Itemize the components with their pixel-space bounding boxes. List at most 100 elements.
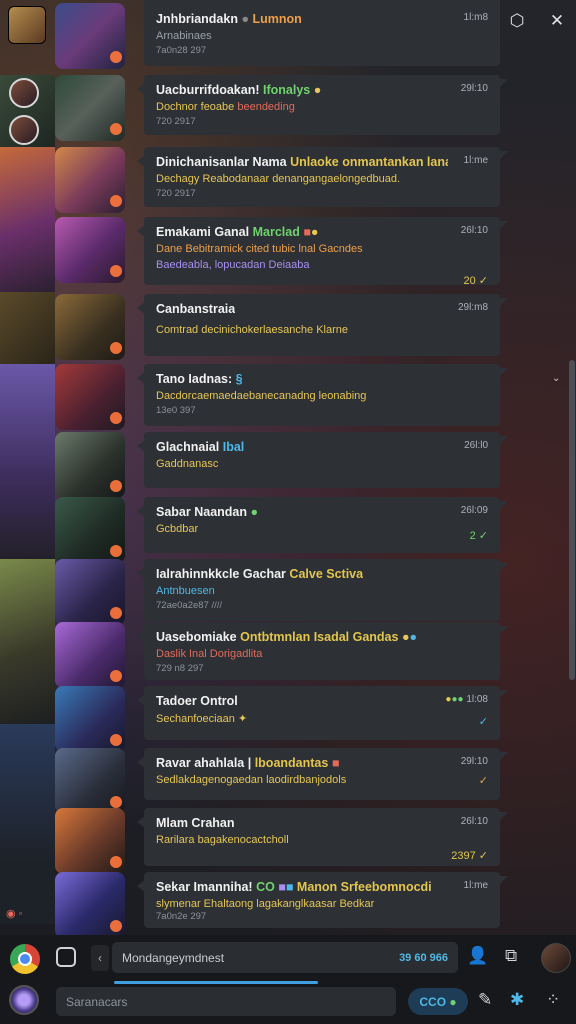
sender-avatar[interactable] [9, 115, 39, 145]
emoji-pill-button[interactable]: CCO ● [408, 988, 468, 1015]
browser-icon[interactable] [10, 944, 40, 974]
group-avatar[interactable] [8, 6, 46, 44]
message-stamp: 72ae0a2e87 //// [156, 600, 223, 611]
message-title: Tano Iadnas: [156, 372, 233, 386]
message-thumbnail[interactable] [55, 3, 125, 69]
message-line: Antnbuesen [156, 585, 215, 597]
message-thumbnail[interactable] [55, 147, 125, 213]
message-bubble[interactable]: Ravar ahahlala | lboandantas ■ 29l:10 Sed… [137, 748, 508, 800]
message-bubble[interactable]: Tadoer Ontrol ●●● 1l:08 Sechanfoeciaan ✦ … [137, 686, 508, 740]
message-thumbnail[interactable] [55, 748, 125, 814]
message-bubble[interactable]: Glachnaial Ibal 26l:l0 Gaddnanasc [137, 432, 508, 488]
message-line: Dechagy Reabodanaar denangangaelongedbua… [156, 173, 401, 185]
message-accent: Calve Sctiva [289, 567, 364, 581]
header-title-accent: Lumnon [252, 12, 302, 26]
read-receipt: ✓ [478, 716, 488, 728]
message-line: Dacdorcaemaedaebanecanadng leonabing [156, 390, 367, 402]
message-line: Sechanfoeciaan [156, 713, 235, 725]
read-receipt: 2397 ✓ [451, 850, 488, 862]
message-line: Gaddnanasc [156, 458, 219, 470]
message-time: 29l:10 [460, 83, 488, 94]
header-stamp: 7a0n28 297 [156, 45, 207, 56]
message-bubble[interactable]: Uacburrifdoakan! Ifonalys ● 29l:10 Dochno… [137, 75, 508, 135]
message-thumbnail[interactable] [55, 622, 125, 688]
message-thumbnail[interactable] [55, 497, 125, 563]
close-icon[interactable]: ✕ [546, 10, 568, 32]
message-line: Dochnor feoabe [156, 101, 235, 113]
message-accent: Ibal [222, 440, 245, 454]
read-receipt: 20 ✓ [463, 275, 488, 287]
message-bubble[interactable]: Canbanstraia 29l:m8 Comtrad decinichokerl… [137, 294, 508, 356]
message-stamp: 720 2917 [156, 188, 196, 199]
camera-icon[interactable]: ⧉ [505, 946, 517, 966]
message-counter: 39 60 966 [399, 951, 448, 964]
more-icon[interactable]: ⁘ [546, 990, 560, 1010]
message-line: Comtrad decinichokerlaesanche Klarne [156, 324, 348, 336]
message-input[interactable]: Mondangeymdnest 39 60 966 [112, 942, 458, 973]
message-thumbnail[interactable] [55, 872, 125, 938]
message-thumbnail[interactable] [55, 364, 125, 430]
message-bubble[interactable]: Uasebomiake Ontbtmnlan Isadal Gandas ●● … [137, 622, 508, 680]
message-bubble[interactable]: Emakami Ganal Marclad ■● 26l:10 Dane Bebi… [137, 217, 508, 287]
message-stamp: 720 2917 [156, 116, 196, 127]
message-thumbnail[interactable] [55, 217, 125, 283]
message-time: 29l:m8 [457, 302, 488, 313]
message-stamp: 7a0n2e 297 [156, 911, 207, 922]
my-avatar[interactable] [541, 943, 571, 973]
message-title: Ialrahinnkkcle Gachar [156, 567, 286, 581]
message-bubble[interactable]: Dinichanisanlar Nama Unlaoke onmantankan… [137, 147, 508, 207]
message-time: 29l:10 [460, 756, 488, 767]
message-thumbnail[interactable] [55, 75, 125, 141]
message-title: Glachnaial [156, 440, 220, 454]
gallery-icon[interactable] [56, 947, 76, 967]
message-stamp: 13e0 397 [156, 405, 196, 416]
message-title: Tadoer Ontrol [156, 694, 238, 708]
sender-avatar[interactable] [9, 78, 39, 108]
upload-progress [114, 981, 318, 984]
shield-icon[interactable]: ⬡ [506, 10, 528, 32]
message-title: Uasebomiake [156, 630, 237, 644]
header-subtitle: Arnabinaes [156, 30, 212, 42]
message-title: Canbanstraia [156, 302, 236, 316]
side-art [0, 147, 55, 292]
message-time: 26l:l0 [464, 440, 488, 451]
header-title: Jnhbriandakn [156, 12, 238, 26]
search-input[interactable]: Saranacars [56, 987, 396, 1016]
message-bubble[interactable]: Tano Iadnas: § Dacdorcaemaedaebanecanadn… [137, 364, 508, 426]
message-thumbnail[interactable] [55, 432, 125, 498]
chevron-left-icon[interactable]: ‹ [91, 945, 109, 971]
side-art [0, 724, 55, 924]
notification-badge[interactable]: ◉ ◦ [6, 907, 23, 920]
message-thumbnail[interactable] [55, 808, 125, 874]
message-accent: Unlaoke onmantankan lanaly [290, 155, 448, 169]
scrollbar[interactable] [569, 360, 575, 680]
message-thumbnail[interactable] [55, 294, 125, 360]
assistant-avatar[interactable] [9, 985, 39, 1015]
message-bubble[interactable]: Ialrahinnkkcle Gachar Calve Sctiva Antnb… [137, 559, 508, 621]
message-bubble[interactable]: Sekar Imanniha! CO ■■ Manon Srfeebomnocd… [137, 872, 508, 928]
read-receipt: ✓ [478, 775, 488, 787]
message-time: 1l:08 [466, 694, 488, 705]
message-input-text: Mondangeymdnest [122, 950, 225, 965]
message-accent: Manon Srfeebomnocdi [296, 880, 432, 894]
message-bubble[interactable]: Mlam Crahan 26l:10 Rarilara bagakenocactc… [137, 808, 508, 866]
message-thumbnail[interactable] [55, 559, 125, 625]
settings-icon[interactable]: ✱ [510, 990, 524, 1010]
message-accent: Ifonalys [262, 83, 311, 97]
message-time: 26l:10 [460, 816, 488, 827]
message-title: Emakami Ganal [156, 225, 250, 239]
message-thumbnail[interactable] [55, 686, 125, 752]
message-bubble[interactable]: Sabar Naandan ● 26l:09 Gcbdbar 2 ✓ [137, 497, 508, 553]
user-icon[interactable]: 👤 [467, 946, 488, 966]
message-title: Dinichanisanlar Nama [156, 155, 287, 169]
message-line: slymenar Ehaltaong lagakanglkaasar Bedka… [156, 898, 375, 910]
message-line: Daslik Inal Dorigadlita [156, 648, 263, 660]
read-receipt: 2 ✓ [469, 530, 488, 542]
message-title: Uacburrifdoakan! [156, 83, 260, 97]
chevron-down-icon[interactable]: ⌄ [552, 373, 560, 384]
message-time: 26l:09 [460, 505, 488, 516]
attach-icon[interactable]: ✎ [478, 990, 492, 1010]
message-title: Ravar ahahlala | [156, 756, 252, 770]
side-art [0, 292, 55, 364]
message-line: Baedeabla, lopucadan Deiaaba [156, 259, 310, 271]
